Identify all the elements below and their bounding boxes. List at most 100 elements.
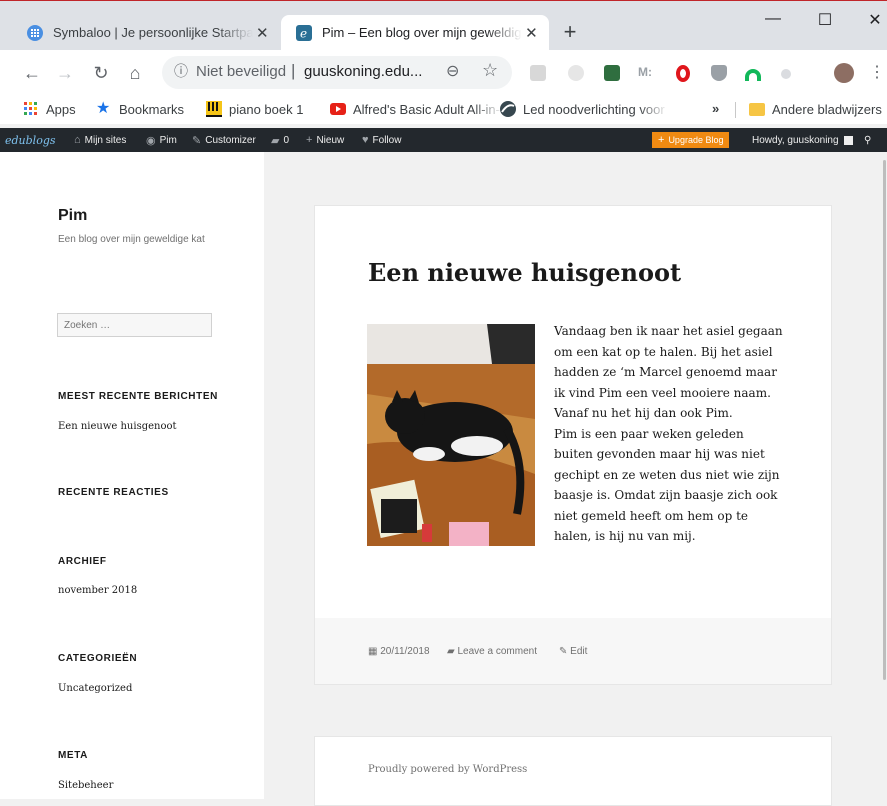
omnibox-separator: | xyxy=(291,61,296,80)
search-input[interactable] xyxy=(57,313,212,337)
site-footer: Proudly powered by WordPress xyxy=(314,736,832,806)
edit-link[interactable]: ✎ Edit xyxy=(559,646,587,657)
puzzle-icon[interactable] xyxy=(781,69,791,79)
widget-title: META xyxy=(58,750,88,761)
avatar[interactable] xyxy=(834,63,854,83)
window-top-edge xyxy=(0,0,887,6)
edublogs-logo[interactable]: edublogs xyxy=(5,128,56,152)
powered-by-link[interactable]: Proudly powered by WordPress xyxy=(368,764,527,775)
post-line: halen, is hij nu van mij. xyxy=(554,529,696,543)
apps-grid-icon xyxy=(23,101,39,117)
post-line: baasje is. Omdat zijn baasje zich ook xyxy=(554,488,778,502)
sites-icon: ⌂ xyxy=(74,134,81,146)
tab-pim-blog[interactable]: e Pim – Een blog over mijn geweldige kat… xyxy=(281,15,549,50)
close-window-button[interactable]: ✕ xyxy=(860,10,887,30)
address-bar[interactable]: ⓘ Niet beveiligd | guuskoning.edu... ⊖ ☆ xyxy=(162,56,512,89)
admin-my-sites[interactable]: ⌂ Mijn sites xyxy=(74,128,126,152)
scrollbar-thumb[interactable] xyxy=(883,160,886,680)
widget-title: MEEST RECENTE BERICHTEN xyxy=(58,391,218,402)
globe-icon xyxy=(500,101,516,117)
forward-icon[interactable]: → xyxy=(54,63,76,83)
blog-sidebar: Pim Een blog over mijn geweldige kat MEE… xyxy=(0,152,264,799)
extension-icon[interactable] xyxy=(568,65,584,81)
category-link[interactable]: Uncategorized xyxy=(58,683,132,694)
new-tab-button[interactable]: + xyxy=(557,20,583,44)
m-extension-icon[interactable]: M: xyxy=(638,65,658,81)
admin-search-icon[interactable]: ⚲ xyxy=(864,128,871,152)
tab-close-icon[interactable]: ✕ xyxy=(522,24,541,42)
site-title[interactable]: Pim xyxy=(58,207,87,225)
shield-icon[interactable] xyxy=(711,65,727,81)
post-title[interactable]: Een nieuwe huisgenoot xyxy=(368,258,681,287)
home-icon[interactable]: ⌂ xyxy=(124,63,146,83)
admin-follow[interactable]: ♥ Follow xyxy=(362,128,401,152)
brush-icon: ✎ xyxy=(192,134,202,147)
leave-comment-link[interactable]: ▰ Leave a comment xyxy=(447,646,537,657)
bookmark-bookmarks[interactable]: ★ Bookmarks xyxy=(96,101,184,117)
bookmarks-bar: Apps ★ Bookmarks piano boek 1 Alfred's B… xyxy=(0,96,887,124)
browser-toolbar: ← → ↻ ⌂ ⓘ Niet beveiligd | guuskoning.ed… xyxy=(0,50,887,96)
widget-title: RECENTE REACTIES xyxy=(58,487,169,498)
bookmark-alfred[interactable]: Alfred's Basic Adult All-in-One xyxy=(330,101,503,117)
post-meta-footer: ▦ 20/11/2018 ▰ Leave a comment ✎ Edit xyxy=(315,618,831,684)
pencil-icon: ✎ xyxy=(559,646,568,657)
cat-photo xyxy=(367,324,535,546)
back-icon[interactable]: ← xyxy=(21,63,43,83)
edublogs-icon: e xyxy=(295,24,312,41)
widget-title: ARCHIEF xyxy=(58,556,107,567)
admin-new[interactable]: + Nieuw xyxy=(306,128,344,152)
security-label: Niet beveiligd xyxy=(196,63,287,80)
bookmark-apps[interactable]: Apps xyxy=(23,101,76,117)
admin-howdy[interactable]: Howdy, guuskoning xyxy=(752,128,853,152)
star-icon: ★ xyxy=(96,100,111,117)
dashboard-icon: ◉ xyxy=(146,134,156,147)
post-line: Vandaag ben ik naar het asiel gegaan xyxy=(554,324,783,338)
post-line: niet gemeld heeft om hem op te xyxy=(554,508,748,523)
user-avatar-icon xyxy=(843,135,853,145)
tab-close-icon[interactable]: ✕ xyxy=(253,24,272,42)
minimize-button[interactable]: — xyxy=(758,10,788,28)
reload-icon[interactable]: ↻ xyxy=(90,63,112,83)
post-line: om een kat op te halen. Bij het asiel xyxy=(554,344,773,359)
bookmark-star-icon[interactable]: ☆ xyxy=(482,60,498,81)
post-line: gechipt en ze weten dus niet wie zijn xyxy=(554,467,780,482)
svg-text:e: e xyxy=(300,26,307,40)
maximize-button[interactable]: ☐ xyxy=(810,10,840,30)
post-line: ik vind Pim een veel mooiere naam. xyxy=(554,385,771,400)
green-arc-icon[interactable] xyxy=(745,69,761,81)
tab-symbaloo[interactable]: Symbaloo | Je persoonlijke Startpagina ✕ xyxy=(12,15,280,50)
calendar-icon: ▦ xyxy=(368,646,378,657)
menu-icon[interactable]: ⋮ xyxy=(866,63,887,83)
post-line: Vanaf nu het hij dan ook Pim. xyxy=(554,406,733,420)
admin-customizer[interactable]: ✎ Customizer xyxy=(192,128,256,152)
post-date[interactable]: ▦ 20/11/2018 xyxy=(368,646,430,657)
bookmarks-divider xyxy=(735,102,736,118)
bookmarks-overflow-button[interactable]: » xyxy=(712,101,719,116)
screen-extension-icon[interactable] xyxy=(604,65,620,81)
bookmark-led[interactable]: Led noodverlichting voor xyxy=(500,101,668,117)
post-line: Pim is een paar weken geleden xyxy=(554,426,744,441)
info-icon[interactable]: ⓘ xyxy=(172,62,190,80)
archive-link[interactable]: november 2018 xyxy=(58,585,137,596)
recent-post-link[interactable]: Een nieuwe huisgenoot xyxy=(58,421,177,432)
upgrade-blog-button[interactable]: + Upgrade Blog xyxy=(652,132,730,148)
piano-icon xyxy=(206,101,222,117)
pdf-extension-icon[interactable] xyxy=(530,65,546,81)
widget-title: CATEGORIEËN xyxy=(58,653,138,664)
tab-title: Pim – Een blog over mijn geweldige kat xyxy=(322,25,522,40)
comment-icon: ▰ xyxy=(447,646,455,657)
zoom-icon[interactable]: ⊖ xyxy=(446,61,459,81)
bookmark-piano[interactable]: piano boek 1 xyxy=(206,101,303,117)
opera-icon[interactable] xyxy=(676,65,690,82)
folder-icon xyxy=(749,101,765,117)
admin-comments[interactable]: ▰ 0 xyxy=(271,128,289,152)
tab-title: Symbaloo | Je persoonlijke Startpagina xyxy=(53,25,253,40)
admin-site-pim[interactable]: ◉ Pim xyxy=(146,128,177,152)
youtube-icon xyxy=(330,101,346,117)
bookmark-other[interactable]: Andere bladwijzers xyxy=(749,101,882,117)
url-text[interactable]: guuskoning.edu... xyxy=(304,63,422,80)
post-body: Vandaag ben ik naar het asiel gegaan om … xyxy=(554,321,786,547)
meta-link[interactable]: Sitebeheer xyxy=(58,780,113,791)
post-article: Een nieuwe huisgenoot Vandaag ben ik naa… xyxy=(314,205,832,685)
plus-icon: + xyxy=(658,134,665,146)
